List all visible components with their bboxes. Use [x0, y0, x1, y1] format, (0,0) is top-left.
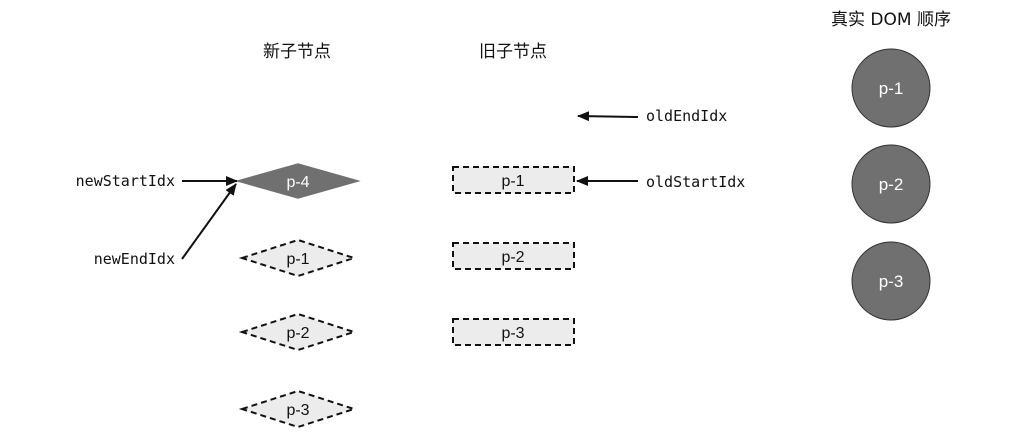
old-node-2: p-3 — [452, 318, 575, 346]
new-end-idx-label: newEndIdx — [94, 250, 175, 268]
old-node-label: p-3 — [501, 325, 524, 342]
new-end-idx-arrow — [181, 183, 237, 260]
new-node-0: p-4 — [235, 163, 361, 199]
real-dom-order-header: 真实 DOM 顺序 — [831, 10, 951, 30]
old-end-idx-arrow — [577, 111, 639, 122]
old-node-label: p-1 — [501, 173, 524, 190]
old-node-1: p-2 — [452, 242, 575, 270]
new-start-idx-label: newStartIdx — [76, 172, 175, 190]
new-node-label: p-4 — [286, 174, 309, 191]
dom-node-2: p-3 — [851, 241, 931, 321]
new-node-3: p-3 — [238, 389, 358, 429]
new-node-label: p-3 — [286, 402, 309, 419]
dom-node-label: p-1 — [879, 79, 904, 98]
vdom-diff-diagram: 新子节点 旧子节点 真实 DOM 顺序 p-4 p-1 p-2 p-3 p-1 … — [76, 10, 951, 429]
old-node-0: p-1 — [452, 166, 575, 194]
dom-node-label: p-2 — [879, 175, 904, 194]
new-node-label: p-1 — [286, 251, 309, 268]
new-children-header: 新子节点 — [263, 42, 331, 62]
new-node-2: p-2 — [238, 312, 358, 352]
old-start-idx-label: oldStartIdx — [646, 173, 745, 191]
dom-node-0: p-1 — [851, 48, 931, 128]
new-node-1: p-1 — [238, 238, 358, 278]
dom-node-label: p-3 — [879, 272, 904, 291]
old-children-header: 旧子节点 — [479, 42, 547, 62]
old-end-idx-label: oldEndIdx — [646, 107, 727, 125]
old-node-label: p-2 — [501, 249, 524, 266]
dom-node-1: p-2 — [851, 144, 931, 224]
new-node-label: p-2 — [286, 325, 309, 342]
